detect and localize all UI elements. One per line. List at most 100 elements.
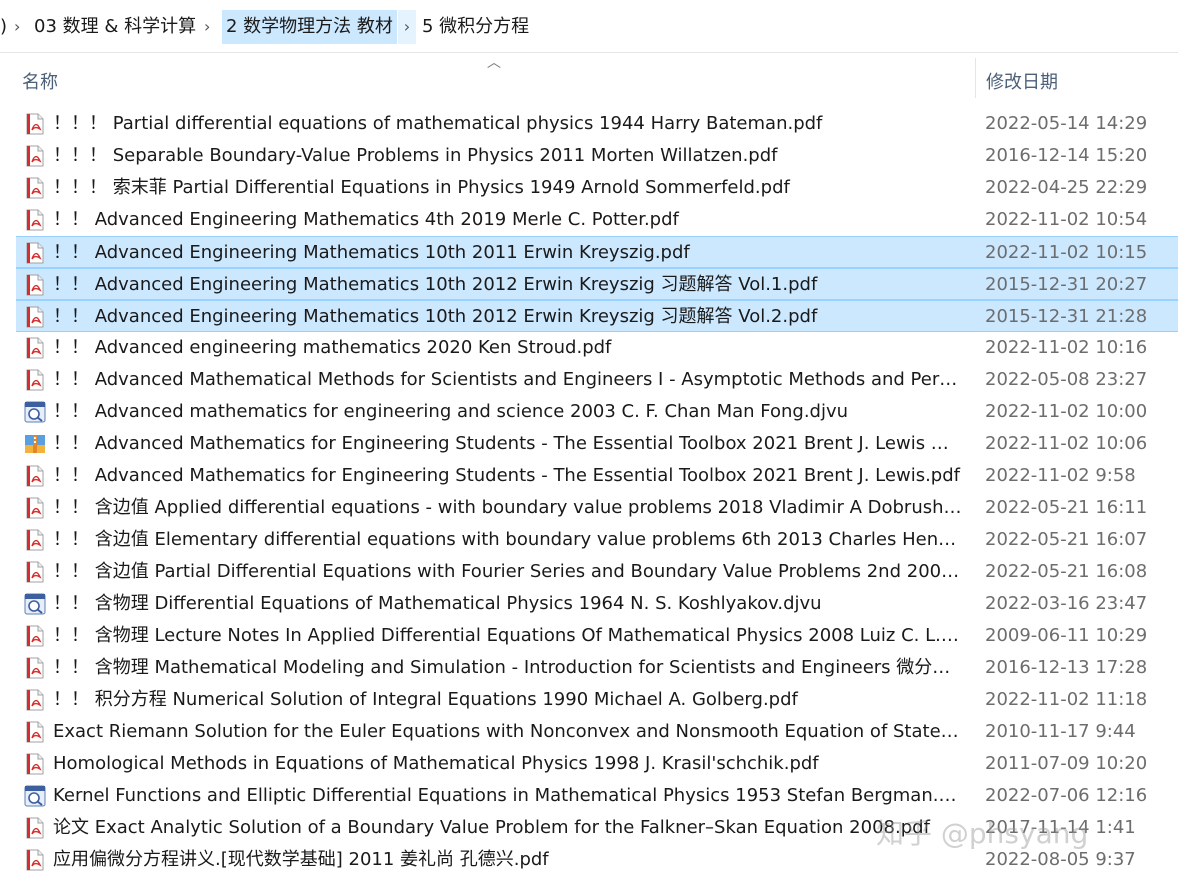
file-row[interactable]: ！！ Advanced mathematics for engineering … <box>16 396 1178 428</box>
breadcrumb-item-current[interactable]: 5 微积分方程 <box>418 10 533 44</box>
pdf-file-icon <box>24 497 46 519</box>
file-name: ！！ Advanced Engineering Mathematics 10th… <box>53 274 818 295</box>
file-name: ！！ Advanced Engineering Mathematics 4th … <box>53 209 679 230</box>
file-row[interactable]: ！！！ Partial differential equations of ma… <box>16 108 1178 140</box>
file-row[interactable]: ！！ Advanced Engineering Mathematics 10th… <box>16 268 1178 300</box>
pdf-file-icon <box>24 113 46 135</box>
file-modified-date: 2022-11-02 10:15 <box>985 242 1148 263</box>
file-row[interactable]: Kernel Functions and Elliptic Differenti… <box>16 780 1178 812</box>
file-name: ！！ 含边值 Partial Differential Equations wi… <box>53 561 963 582</box>
file-modified-date: 2022-11-02 10:16 <box>985 337 1148 358</box>
chevron-right-icon[interactable]: › <box>204 10 210 44</box>
pdf-file-icon <box>24 306 46 328</box>
pdf-file-icon <box>24 529 46 551</box>
file-modified-date: 2022-11-02 10:00 <box>985 401 1148 422</box>
file-row[interactable]: ！！ Advanced Engineering Mathematics 10th… <box>16 236 1178 268</box>
file-name: ！！ Advanced Engineering Mathematics 10th… <box>53 306 818 327</box>
file-name: Kernel Functions and Elliptic Differenti… <box>53 785 963 806</box>
file-modified-date: 2022-11-02 11:18 <box>985 689 1148 710</box>
column-header-date[interactable]: 修改日期 <box>986 68 1058 94</box>
archive-file-icon <box>24 433 46 455</box>
file-modified-date: 2022-05-21 16:08 <box>985 561 1148 582</box>
djvu-file-icon <box>24 593 46 615</box>
file-row[interactable]: Exact Riemann Solution for the Euler Equ… <box>16 716 1178 748</box>
file-modified-date: 2015-12-31 21:28 <box>985 306 1148 327</box>
pdf-file-icon <box>24 274 46 296</box>
file-row[interactable]: ！！ 含边值 Applied differential equations - … <box>16 492 1178 524</box>
file-row[interactable]: ！！ Advanced Mathematics for Engineering … <box>16 428 1178 460</box>
chevron-right-icon[interactable]: › <box>14 10 20 44</box>
pdf-file-icon <box>24 561 46 583</box>
file-modified-date: 2022-05-14 14:29 <box>985 113 1148 134</box>
djvu-file-icon <box>24 785 46 807</box>
file-row[interactable]: ！！ 含物理 Lecture Notes In Applied Differen… <box>16 620 1178 652</box>
file-modified-date: 2022-04-25 22:29 <box>985 177 1148 198</box>
file-row[interactable]: ！！ Advanced engineering mathematics 2020… <box>16 332 1178 364</box>
pdf-file-icon <box>24 465 46 487</box>
file-name: ！！ Advanced Mathematical Methods for Sci… <box>53 369 963 390</box>
file-row[interactable]: ！！ 含物理 Differential Equations of Mathema… <box>16 588 1178 620</box>
column-divider[interactable] <box>975 58 976 98</box>
file-modified-date: 2022-11-02 10:06 <box>985 433 1148 454</box>
column-header: ︿ 名称 修改日期 <box>0 52 1178 102</box>
file-modified-date: 2022-07-06 12:16 <box>985 785 1148 806</box>
pdf-file-icon <box>24 337 46 359</box>
file-row[interactable]: ！！ Advanced Engineering Mathematics 4th … <box>16 204 1178 236</box>
file-name: ！！！ Partial differential equations of ma… <box>53 113 823 134</box>
file-name: Exact Riemann Solution for the Euler Equ… <box>53 721 963 742</box>
file-modified-date: 2010-11-17 9:44 <box>985 721 1136 742</box>
chevron-right-icon[interactable]: › <box>398 10 416 44</box>
file-row[interactable]: ！！ Advanced Mathematical Methods for Sci… <box>16 364 1178 396</box>
file-row[interactable]: ！！ 积分方程 Numerical Solution of Integral E… <box>16 684 1178 716</box>
file-modified-date: 2017-11-14 1:41 <box>985 817 1136 838</box>
file-name: ！！！ 索末菲 Partial Differential Equations i… <box>53 177 790 198</box>
breadcrumb-item-science[interactable]: 03 数理 & 科学计算 <box>30 10 200 44</box>
file-modified-date: 2022-05-21 16:07 <box>985 529 1148 550</box>
djvu-file-icon <box>24 401 46 423</box>
file-name: ！！ Advanced Mathematics for Engineering … <box>53 433 963 454</box>
pdf-file-icon <box>24 242 46 264</box>
file-name: ！！ 含物理 Lecture Notes In Applied Differen… <box>53 625 963 646</box>
file-name: 应用偏微分方程讲义.[现代数学基础] 2011 姜礼尚 孔德兴.pdf <box>53 849 549 870</box>
file-name: Homological Methods in Equations of Math… <box>53 753 819 774</box>
file-modified-date: 2011-07-09 10:20 <box>985 753 1148 774</box>
file-row[interactable]: Homological Methods in Equations of Math… <box>16 748 1178 780</box>
file-modified-date: 2022-11-02 9:58 <box>985 465 1136 486</box>
file-name: ！！ 积分方程 Numerical Solution of Integral E… <box>53 689 798 710</box>
file-row[interactable]: ！！ 含边值 Partial Differential Equations wi… <box>16 556 1178 588</box>
pdf-file-icon <box>24 721 46 743</box>
file-modified-date: 2009-06-11 10:29 <box>985 625 1148 646</box>
pdf-file-icon <box>24 209 46 231</box>
breadcrumb-item-textbooks[interactable]: 2 数学物理方法 教材 <box>222 10 397 44</box>
file-row[interactable]: ！！！ Separable Boundary-Value Problems in… <box>16 140 1178 172</box>
file-row[interactable]: 应用偏微分方程讲义.[现代数学基础] 2011 姜礼尚 孔德兴.pdf 2022-… <box>16 844 1178 876</box>
file-name: ！！ 含边值 Applied differential equations - … <box>53 497 963 518</box>
file-row[interactable]: ！！ 含物理 Mathematical Modeling and Simulat… <box>16 652 1178 684</box>
file-modified-date: 2015-12-31 20:27 <box>985 274 1148 295</box>
pdf-file-icon <box>24 177 46 199</box>
breadcrumb-item-root[interactable]: ) <box>0 10 11 44</box>
file-modified-date: 2016-12-13 17:28 <box>985 657 1148 678</box>
pdf-file-icon <box>24 817 46 839</box>
file-modified-date: 2016-12-14 15:20 <box>985 145 1148 166</box>
file-row[interactable]: 论文 Exact Analytic Solution of a Boundary… <box>16 812 1178 844</box>
pdf-file-icon <box>24 657 46 679</box>
file-name: 论文 Exact Analytic Solution of a Boundary… <box>53 817 930 838</box>
file-modified-date: 2022-05-08 23:27 <box>985 369 1148 390</box>
file-row[interactable]: ！！！ 索末菲 Partial Differential Equations i… <box>16 172 1178 204</box>
file-name: ！！ Advanced engineering mathematics 2020… <box>53 337 612 358</box>
file-row[interactable]: ！！ Advanced Mathematics for Engineering … <box>16 460 1178 492</box>
column-header-name[interactable]: 名称 <box>22 68 58 94</box>
file-name: ！！ Advanced mathematics for engineering … <box>53 401 849 422</box>
pdf-file-icon <box>24 849 46 871</box>
file-modified-date: 2022-11-02 10:54 <box>985 209 1148 230</box>
file-row[interactable]: ！！ Advanced Engineering Mathematics 10th… <box>16 300 1178 332</box>
file-name: ！！！ Separable Boundary-Value Problems in… <box>53 145 778 166</box>
file-modified-date: 2022-03-16 23:47 <box>985 593 1148 614</box>
pdf-file-icon <box>24 625 46 647</box>
file-name: ！！ 含物理 Differential Equations of Mathema… <box>53 593 822 614</box>
file-row[interactable]: ！！ 含边值 Elementary differential equations… <box>16 524 1178 556</box>
file-modified-date: 2022-05-21 16:11 <box>985 497 1148 518</box>
file-name: ！！ 含边值 Elementary differential equations… <box>53 529 963 550</box>
pdf-file-icon <box>24 753 46 775</box>
